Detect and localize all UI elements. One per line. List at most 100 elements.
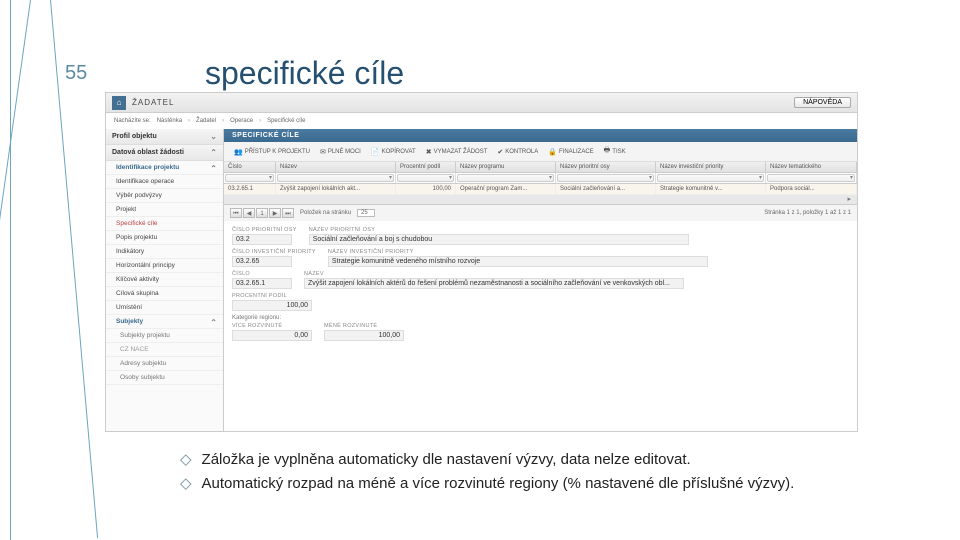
users-icon: 👥	[234, 148, 243, 156]
copy-icon: 📄	[371, 148, 380, 156]
col-theme[interactable]: Název tematického	[766, 162, 857, 172]
sidebar-item-identification[interactable]: Identifikace projektu ⌃	[106, 161, 223, 175]
filter-input[interactable]	[457, 174, 554, 182]
note-line-1: Záložka je vyplněna automaticky dle nast…	[202, 450, 691, 470]
sidebar: Profil objektu⌄ Datová oblast žádosti⌃ I…	[106, 129, 224, 432]
chevron-down-icon: ⌄	[210, 132, 217, 141]
lock-icon: 🔒	[548, 148, 557, 156]
sidebar-item-subjects[interactable]: Subjekty ⌃	[106, 315, 223, 329]
mail-icon: ✉	[320, 148, 326, 156]
col-number[interactable]: Číslo	[224, 162, 276, 172]
label-pct: PROCENTNÍ PODÍL	[232, 293, 312, 299]
slide-number: 55	[65, 62, 87, 85]
grid-filter-row	[224, 173, 857, 184]
cell-pct: 100,00	[396, 184, 456, 194]
check-icon: ✔	[497, 148, 503, 156]
slide-title: specifické cíle	[205, 55, 404, 92]
tool-access[interactable]: 👥PŘÍSTUP K PROJEKTU	[230, 145, 314, 158]
cell-program: Operační program Zam...	[456, 184, 556, 194]
sidebar-item-project[interactable]: Projekt	[106, 203, 223, 217]
cell-theme: Podpora sociál...	[766, 184, 857, 194]
col-priority[interactable]: Název investiční priority	[656, 162, 766, 172]
sidebar-item-persons[interactable]: Osoby subjektu	[106, 371, 223, 385]
sidebar-item-desc[interactable]: Popis projektu	[106, 231, 223, 245]
label-num: ČÍSLO	[232, 271, 292, 277]
col-name[interactable]: Název	[276, 162, 396, 172]
pager-info: Stránka 1 z 1, položky 1 až 1 z 1	[764, 210, 851, 216]
col-pct[interactable]: Procentní podíl	[396, 162, 456, 172]
tool-finalize[interactable]: 🔒FINALIZACE	[544, 145, 597, 158]
label-axis-num: ČÍSLO PRIORITNÍ OSY	[232, 227, 297, 233]
chevron-up-icon: ⌃	[210, 318, 217, 327]
label-less-dev: MÉNĚ ROZVINUTÉ	[324, 323, 404, 329]
note-line-2: Automatický rozpad na méně a více rozvin…	[202, 474, 795, 494]
sidebar-item-call-select[interactable]: Výběr podvýzvy	[106, 189, 223, 203]
breadcrumb-item[interactable]: Operace	[230, 118, 253, 124]
filter-input[interactable]	[397, 174, 454, 182]
tool-delete[interactable]: ✖VYMAZAT ŽÁDOST	[422, 145, 492, 158]
breadcrumb-item[interactable]: Nástěnka	[157, 118, 182, 124]
filter-input[interactable]	[767, 174, 855, 182]
pager-next[interactable]: ▶	[269, 208, 281, 218]
pager-current: 1	[256, 208, 268, 218]
section-heading: SPECIFICKÉ CÍLE	[224, 129, 857, 142]
tool-print[interactable]: 🖶TISK	[600, 145, 630, 158]
sidebar-item-addresses[interactable]: Adresy subjektu	[106, 357, 223, 371]
sidebar-item-indicators[interactable]: Indikátory	[106, 245, 223, 259]
sidebar-item-horizontal[interactable]: Horizontální principy	[106, 259, 223, 273]
filter-input[interactable]	[225, 174, 274, 182]
filter-input[interactable]	[657, 174, 764, 182]
bullet-icon: ◇	[180, 450, 192, 470]
sidebar-item-project-subjects[interactable]: Subjekty projektu	[106, 329, 223, 343]
pager-prev[interactable]: ◀	[243, 208, 255, 218]
breadcrumb-item: Specifické cíle	[267, 118, 305, 124]
breadcrumb-label: Nacházíte se:	[114, 118, 151, 124]
field-name: Zvýšit zapojení lokálních aktérů do řeše…	[304, 278, 684, 289]
sidebar-item-cz-nace[interactable]: CZ NACE	[106, 343, 223, 357]
sidebar-item-target-group[interactable]: Cílová skupina	[106, 287, 223, 301]
sidebar-section-profile[interactable]: Profil objektu⌄	[106, 129, 223, 145]
filter-input[interactable]	[557, 174, 654, 182]
label-name: NÁZEV	[304, 271, 684, 277]
field-axis-name: Sociální začleňování a boj s chudobou	[309, 234, 689, 245]
cell-axis: Sociální začleňování a...	[556, 184, 656, 194]
chevron-up-icon: ⌃	[210, 148, 217, 157]
label-ip-num: ČÍSLO INVESTIČNÍ PRIORITY	[232, 249, 316, 255]
top-tab-applicant[interactable]: ŽADATEL	[132, 98, 174, 107]
tool-powers[interactable]: ✉PLNÉ MOCI	[316, 145, 365, 158]
pager-size-label: Položek na stránku	[300, 210, 351, 216]
grid-expand-handle[interactable]: ▸	[224, 195, 857, 205]
pager-last[interactable]: ⏭	[282, 208, 294, 218]
cell-number: 03.2.65.1	[224, 184, 276, 194]
sidebar-section-data-area[interactable]: Datová oblast žádosti⌃	[106, 145, 223, 161]
label-more-dev: VÍCE ROZVINUTÉ	[232, 323, 312, 329]
cell-name: Zvýšit zapojení lokálních akt...	[276, 184, 396, 194]
col-axis[interactable]: Název prioritní osy	[556, 162, 656, 172]
breadcrumb-item[interactable]: Žadatel	[196, 118, 216, 124]
tool-check[interactable]: ✔KONTROLA	[493, 145, 542, 158]
field-ip-num: 03.2.65	[232, 256, 292, 267]
help-button[interactable]: NÁPOVĚDA	[794, 97, 851, 108]
pager-size-select[interactable]: 25	[357, 209, 375, 217]
field-less-dev: 100,00	[324, 330, 404, 341]
col-program[interactable]: Název programu	[456, 162, 556, 172]
label-ip-name: NÁZEV INVESTIČNÍ PRIORITY	[328, 249, 708, 255]
filter-input[interactable]	[277, 174, 394, 182]
grid-row[interactable]: 03.2.65.1 Zvýšit zapojení lokálních akt.…	[224, 184, 857, 195]
label-region-category: Kategorie regionu:	[232, 315, 849, 321]
tool-copy[interactable]: 📄KOPÍROVAT	[367, 145, 420, 158]
sidebar-item-key-activities[interactable]: Klíčové aktivity	[106, 273, 223, 287]
field-num: 03.2.65.1	[232, 278, 292, 289]
toolbar: 👥PŘÍSTUP K PROJEKTU ✉PLNÉ MOCI 📄KOPÍROVA…	[224, 142, 857, 162]
sidebar-item-specific-goals[interactable]: Specifické cíle	[106, 217, 223, 231]
home-icon[interactable]: ⌂	[112, 96, 126, 110]
breadcrumb: Nacházíte se: Nástěnka› Žadatel› Operace…	[106, 113, 857, 129]
cell-priority: Strategie komunitně v...	[656, 184, 766, 194]
chevron-up-icon: ⌃	[210, 164, 217, 173]
label-axis-name: NÁZEV PRIORITNÍ OSY	[309, 227, 689, 233]
sidebar-item-id-operation[interactable]: Identifikace operace	[106, 175, 223, 189]
slide-notes: ◇ Záložka je vyplněna automaticky dle nas…	[180, 450, 880, 499]
pager-first[interactable]: ⏮	[230, 208, 242, 218]
sidebar-item-location[interactable]: Umístění	[106, 301, 223, 315]
delete-icon: ✖	[426, 148, 432, 156]
